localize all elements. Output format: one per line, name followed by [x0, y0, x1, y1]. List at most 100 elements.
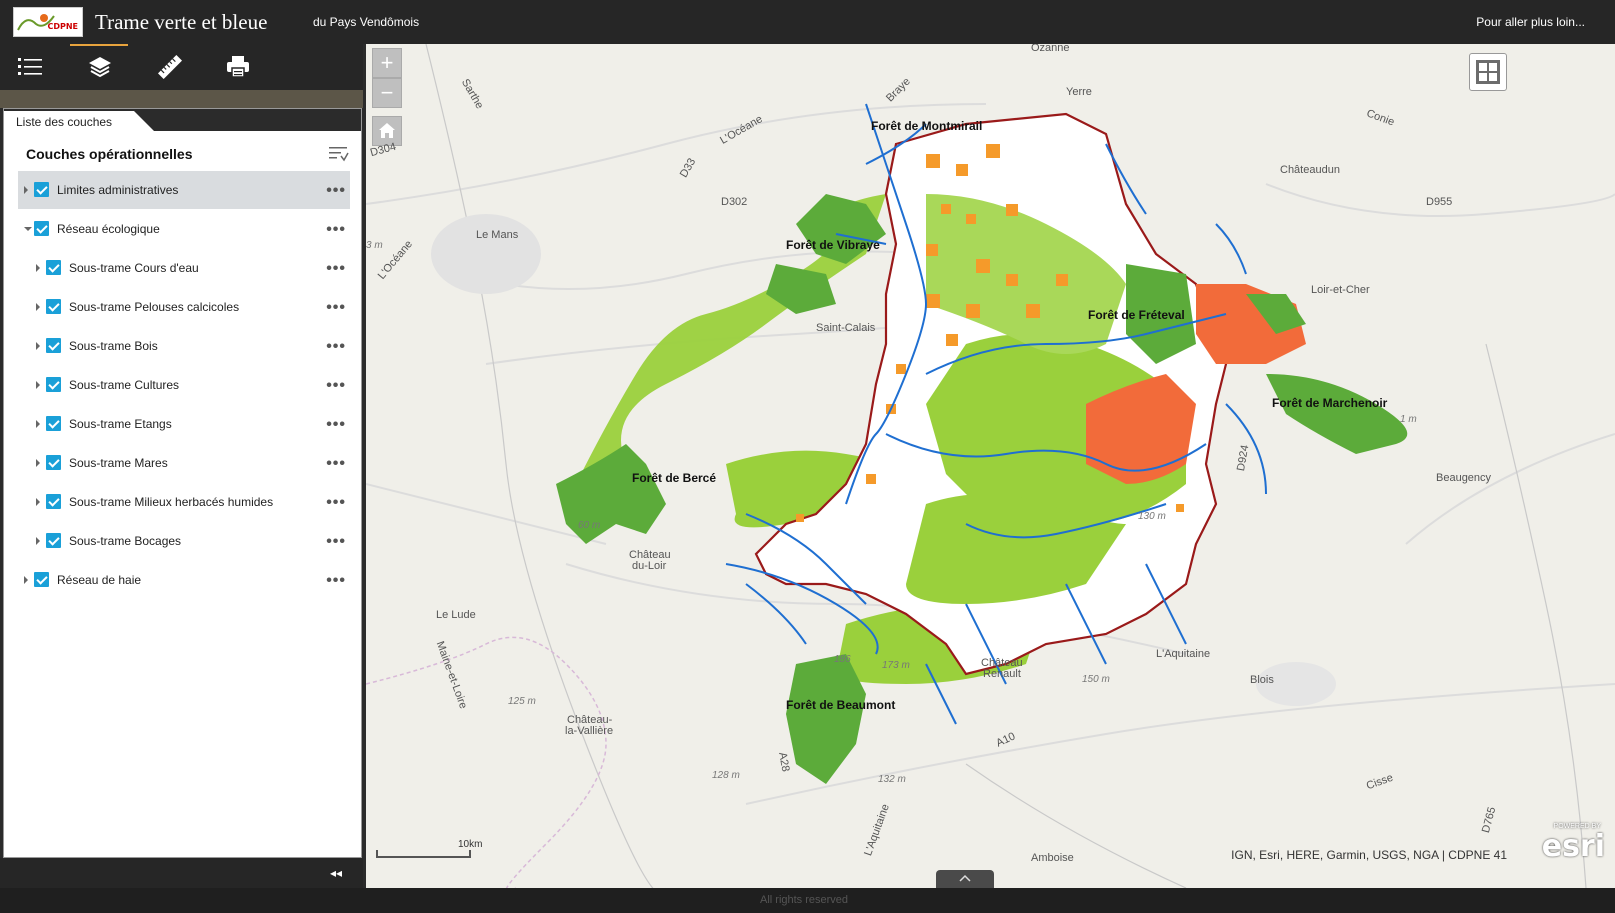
layer-row[interactable]: Sous-trame Etangs •••	[18, 405, 350, 443]
chevron-up-icon	[959, 874, 971, 882]
more-options-icon[interactable]: •••	[326, 299, 346, 317]
layer-checkbox[interactable]	[46, 260, 61, 275]
legend-button[interactable]	[0, 44, 60, 90]
caret-right-icon[interactable]	[36, 342, 40, 350]
place-label: Loir-et-Cher	[1311, 284, 1370, 296]
more-options-icon[interactable]: •••	[326, 533, 346, 551]
logo-text: CDPNE	[47, 22, 78, 31]
layer-checkbox[interactable]	[34, 221, 49, 236]
basemap-gallery-button[interactable]	[1469, 53, 1507, 91]
more-options-icon[interactable]: •••	[326, 338, 346, 356]
filter-list-icon	[329, 147, 349, 162]
road-label: L'Aquitaine	[1156, 648, 1211, 660]
more-options-icon[interactable]: •••	[326, 221, 346, 239]
layer-label: Sous-trame Mares	[69, 456, 168, 470]
layer-checkbox[interactable]	[34, 182, 49, 197]
attribute-table-toggle[interactable]	[936, 870, 994, 888]
caret-right-icon[interactable]	[36, 537, 40, 545]
forest-label: Forêt de Marchenoir	[1272, 396, 1388, 410]
layer-checkbox[interactable]	[46, 377, 61, 392]
caret-right-icon[interactable]	[36, 381, 40, 389]
layer-checkbox[interactable]	[46, 338, 61, 353]
map-attribution: IGN, Esri, HERE, Garmin, USGS, NGA | CDP…	[1231, 848, 1507, 862]
more-options-icon[interactable]: •••	[326, 377, 346, 395]
layer-row[interactable]: Sous-trame Bocages •••	[18, 522, 350, 560]
caret-right-icon[interactable]	[24, 186, 28, 194]
panel-footer: ◂◂	[0, 858, 363, 888]
altitude-label: 130 m	[1138, 511, 1166, 522]
esri-logo[interactable]: esri	[1542, 829, 1605, 864]
altitude-label: 173 m	[882, 660, 910, 671]
altitude-label: 132 m	[878, 774, 906, 785]
place-label: Yerre	[1066, 86, 1092, 98]
measure-button[interactable]	[140, 44, 200, 90]
layer-row[interactable]: Réseau écologique •••	[18, 210, 350, 248]
place-label: Le Mans	[476, 229, 519, 241]
caret-right-icon[interactable]	[36, 420, 40, 428]
tab-layer-list[interactable]: Liste des couches	[4, 111, 154, 131]
altitude-label: 186	[834, 654, 851, 665]
layer-row[interactable]: Réseau de haie •••	[18, 561, 350, 599]
place-label: Le Lude	[436, 609, 476, 621]
layer-checkbox[interactable]	[34, 572, 49, 587]
layer-label: Réseau écologique	[57, 222, 160, 236]
layer-checkbox[interactable]	[46, 299, 61, 314]
layer-label: Sous-trame Cours d'eau	[69, 261, 199, 275]
road-label: D955	[1426, 196, 1453, 208]
caret-right-icon[interactable]	[24, 576, 28, 584]
collapse-panel-button[interactable]: ◂◂	[330, 866, 342, 880]
zoom-in-button[interactable]: +	[372, 48, 402, 78]
list-icon	[18, 58, 42, 75]
more-options-icon[interactable]: •••	[326, 182, 346, 200]
layer-row[interactable]: Sous-trame Mares •••	[18, 444, 350, 482]
scale-label: 10km	[458, 839, 483, 850]
caret-right-icon[interactable]	[36, 264, 40, 272]
home-icon	[379, 123, 395, 138]
caret-right-icon[interactable]	[36, 303, 40, 311]
app-subtitle: du Pays Vendômois	[313, 15, 420, 29]
rights-text: All rights reserved	[760, 894, 849, 906]
layer-row[interactable]: Sous-trame Milieux herbacés humides •••	[18, 483, 350, 521]
layer-checkbox[interactable]	[46, 494, 61, 509]
altitude-label: 60 m	[578, 520, 601, 531]
app-window: CDPNE Trame verte et bleue du Pays Vendô…	[0, 0, 1615, 913]
layer-checkbox[interactable]	[46, 455, 61, 470]
altitude-label: 150 m	[1082, 674, 1110, 685]
more-options-icon[interactable]: •••	[326, 260, 346, 278]
more-options-icon[interactable]: •••	[326, 572, 346, 590]
more-options-icon[interactable]: •••	[326, 416, 346, 434]
layer-row[interactable]: Sous-trame Bois •••	[18, 327, 350, 365]
place-label: Blois	[1250, 674, 1274, 686]
place-label: Ozanne	[1031, 44, 1070, 54]
layer-options-button[interactable]	[329, 145, 349, 168]
layer-row[interactable]: Sous-trame Cours d'eau •••	[18, 249, 350, 287]
layer-checkbox[interactable]	[46, 416, 61, 431]
place-label: Renault	[983, 668, 1021, 680]
place-label: Châteaudun	[1280, 164, 1340, 176]
caret-down-icon[interactable]	[24, 227, 32, 231]
layer-row[interactable]: Limites administratives •••	[18, 171, 350, 209]
map-canvas	[366, 44, 1615, 888]
caret-right-icon[interactable]	[36, 459, 40, 467]
more-options-icon[interactable]: •••	[326, 494, 346, 512]
map-view[interactable]: + − Ozanne Yerre Châteaudun Le Mans Sain…	[366, 44, 1615, 888]
layer-list-panel: Liste des couches Couches opérationnelle…	[3, 108, 362, 858]
zoom-out-button[interactable]: −	[372, 78, 402, 108]
scale-bar	[376, 850, 471, 858]
panel-tab-bar: Liste des couches	[4, 109, 361, 131]
layers-icon	[89, 57, 111, 78]
layer-label: Sous-trame Milieux herbacés humides	[69, 495, 274, 509]
layer-row[interactable]: Sous-trame Cultures •••	[18, 366, 350, 404]
more-info-link[interactable]: Pour aller plus loin...	[1476, 15, 1585, 29]
layer-list-button[interactable]	[70, 44, 130, 90]
altitude-label: 128 m	[712, 770, 740, 781]
layer-row[interactable]: Sous-trame Pelouses calcicoles •••	[18, 288, 350, 326]
layer-checkbox[interactable]	[46, 533, 61, 548]
ruler-icon	[158, 55, 182, 79]
print-button[interactable]	[208, 44, 268, 90]
more-options-icon[interactable]: •••	[326, 455, 346, 473]
forest-label: Forêt de Bercé	[632, 471, 717, 485]
caret-right-icon[interactable]	[36, 498, 40, 506]
layer-label: Limites administratives	[57, 183, 179, 197]
app-title: Trame verte et bleue	[95, 10, 268, 34]
